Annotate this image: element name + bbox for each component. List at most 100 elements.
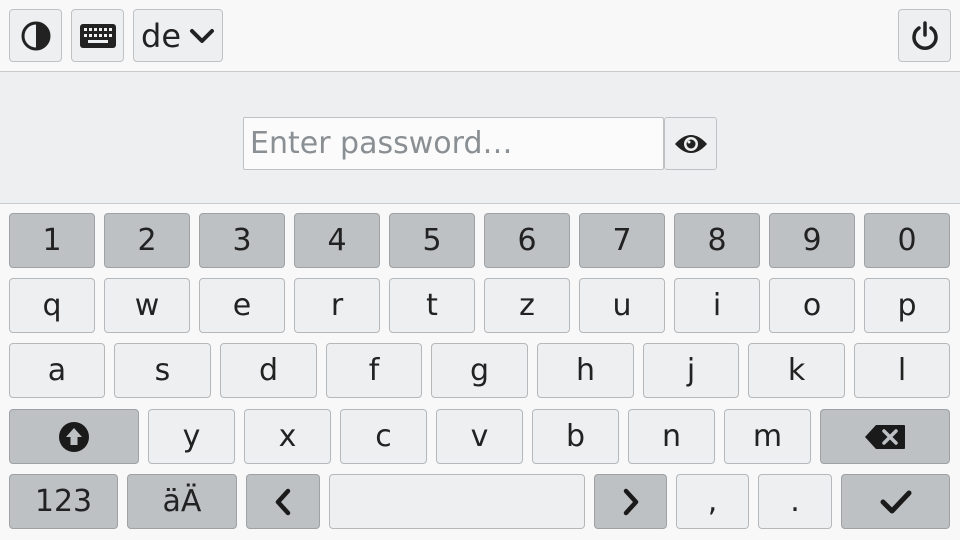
- key-b[interactable]: b: [532, 409, 619, 464]
- key-2[interactable]: 2: [104, 213, 190, 268]
- key-0[interactable]: 0: [864, 213, 950, 268]
- key-label: 0: [897, 222, 917, 258]
- key-j[interactable]: j: [643, 343, 739, 398]
- chevron-left-icon: [275, 488, 291, 515]
- key-label: q: [42, 287, 62, 323]
- key-7[interactable]: 7: [579, 213, 665, 268]
- key-label: 3: [232, 222, 252, 258]
- key-label: 4: [327, 222, 347, 258]
- key-label: v: [470, 418, 489, 454]
- key-g[interactable]: g: [431, 343, 528, 398]
- key-label: 1: [42, 222, 62, 258]
- key-n[interactable]: n: [628, 409, 715, 464]
- eye-icon: [674, 134, 707, 153]
- key-l[interactable]: l: [854, 343, 950, 398]
- enter-key[interactable]: [841, 474, 950, 529]
- key-label: t: [426, 287, 438, 323]
- contrast-icon: [21, 21, 50, 50]
- key-label: o: [802, 287, 822, 323]
- key-label: 7: [612, 222, 632, 258]
- key-label: .: [790, 483, 800, 519]
- key-label: z: [519, 287, 535, 323]
- key-x[interactable]: x: [244, 409, 331, 464]
- key-d[interactable]: d: [220, 343, 317, 398]
- key-label: y: [182, 418, 201, 454]
- chevron-right-icon: [623, 488, 638, 515]
- key-label: c: [375, 418, 392, 454]
- key-label: h: [575, 352, 595, 388]
- key-r[interactable]: r: [294, 278, 380, 333]
- key-h[interactable]: h: [537, 343, 634, 398]
- key-t[interactable]: t: [389, 278, 475, 333]
- key-p[interactable]: p: [864, 278, 950, 333]
- key-label: n: [661, 418, 681, 454]
- key-label: 5: [422, 222, 442, 258]
- key-6[interactable]: 6: [484, 213, 570, 268]
- key-f[interactable]: f: [326, 343, 422, 398]
- key-label: 9: [802, 222, 822, 258]
- show-password-button[interactable]: [664, 117, 717, 170]
- space-key[interactable]: [329, 474, 585, 529]
- keyboard-toggle-button[interactable]: [71, 9, 124, 62]
- onscreen-keyboard: 1 2 3 4 5 6 7 8 9 0 q w e r t z u i o p …: [0, 205, 960, 540]
- key-label: l: [897, 352, 907, 388]
- key-9[interactable]: 9: [769, 213, 855, 268]
- key-label: 8: [707, 222, 727, 258]
- password-area: [0, 72, 960, 204]
- checkmark-icon: [880, 490, 911, 513]
- cursor-left-key[interactable]: [246, 474, 320, 529]
- key-u[interactable]: u: [579, 278, 665, 333]
- key-c[interactable]: c: [340, 409, 427, 464]
- key-i[interactable]: i: [674, 278, 760, 333]
- key-z[interactable]: z: [484, 278, 570, 333]
- key-label: s: [154, 352, 171, 388]
- password-input[interactable]: [243, 117, 664, 170]
- key-v[interactable]: v: [436, 409, 523, 464]
- key-label: w: [134, 287, 160, 323]
- key-label: x: [278, 418, 297, 454]
- key-label: b: [565, 418, 586, 454]
- key-5[interactable]: 5: [389, 213, 475, 268]
- contrast-toggle-button[interactable]: [9, 9, 62, 62]
- key-label: 123: [34, 483, 93, 519]
- power-icon: [911, 20, 938, 50]
- key-8[interactable]: 8: [674, 213, 760, 268]
- key-a[interactable]: a: [9, 343, 105, 398]
- key-o[interactable]: o: [769, 278, 855, 333]
- numeric-layout-key[interactable]: 123: [9, 474, 118, 529]
- umlaut-key[interactable]: äÄ: [127, 474, 237, 529]
- shift-icon: [59, 421, 89, 452]
- key-4[interactable]: 4: [294, 213, 380, 268]
- key-label: r: [330, 287, 344, 323]
- key-y[interactable]: y: [148, 409, 235, 464]
- key-label: k: [787, 352, 806, 388]
- power-button[interactable]: [898, 9, 951, 62]
- key-label: äÄ: [162, 483, 202, 519]
- period-key[interactable]: .: [758, 474, 832, 529]
- key-label: m: [752, 418, 783, 454]
- key-3[interactable]: 3: [199, 213, 285, 268]
- backspace-key[interactable]: [820, 409, 950, 464]
- backspace-icon: [865, 424, 905, 449]
- key-label: u: [612, 287, 632, 323]
- key-1[interactable]: 1: [9, 213, 95, 268]
- key-k[interactable]: k: [748, 343, 845, 398]
- key-label: 6: [517, 222, 537, 258]
- language-select[interactable]: de: [133, 9, 223, 62]
- key-label: f: [368, 352, 380, 388]
- keyboard-icon: [79, 23, 116, 48]
- key-w[interactable]: w: [104, 278, 190, 333]
- key-label: p: [897, 287, 917, 323]
- chevron-down-icon: [190, 28, 214, 43]
- cursor-right-key[interactable]: [594, 474, 667, 529]
- shift-key[interactable]: [9, 409, 139, 464]
- key-label: d: [258, 352, 279, 388]
- key-label: e: [232, 287, 252, 323]
- key-label: i: [712, 287, 722, 323]
- key-label: a: [47, 352, 67, 388]
- comma-key[interactable]: ,: [676, 474, 749, 529]
- key-s[interactable]: s: [114, 343, 211, 398]
- key-e[interactable]: e: [199, 278, 285, 333]
- key-q[interactable]: q: [9, 278, 95, 333]
- key-m[interactable]: m: [724, 409, 811, 464]
